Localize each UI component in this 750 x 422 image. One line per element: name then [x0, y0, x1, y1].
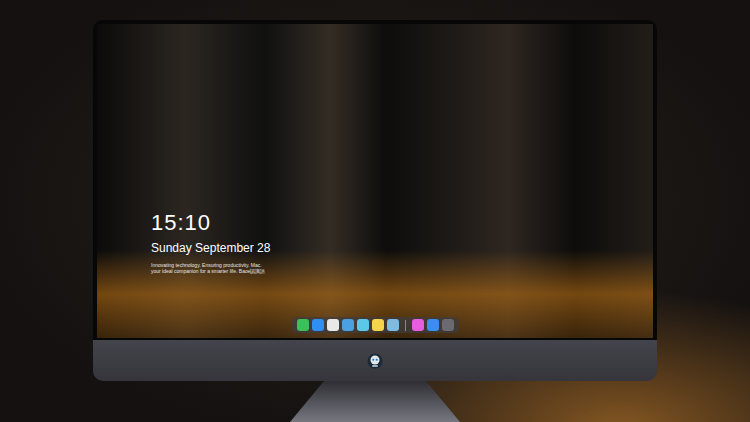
clock-date: Sunday September 28 [151, 240, 653, 256]
clock-time: 15:10 [151, 210, 653, 236]
dock-row [97, 317, 653, 333]
desktop-mockup: 15:10 Sunday September 28 Innovating techn… [0, 0, 750, 422]
tagline-line: Innovating technology. Ensuring producti… [151, 262, 653, 268]
app-icon[interactable] [427, 319, 439, 331]
lock-screen: 15:10 Sunday September 28 Innovating techn… [97, 24, 653, 338]
app-icon[interactable] [387, 319, 399, 331]
app-icon[interactable] [412, 319, 424, 331]
dock-separator [405, 320, 406, 331]
monitor-stand [290, 381, 460, 422]
app-icon[interactable] [372, 319, 384, 331]
app-icon[interactable] [327, 319, 339, 331]
app-icon[interactable] [297, 319, 309, 331]
clock-block: 15:10 Sunday September 28 Innovating techn… [97, 210, 653, 274]
monitor-bezel: 15:10 Sunday September 28 Innovating techn… [93, 20, 657, 340]
tagline-line: your ideal companion for a smarter life.… [151, 268, 653, 274]
dock [292, 317, 459, 333]
monitor-chin [93, 340, 657, 381]
app-icon[interactable] [312, 319, 324, 331]
tagline: Innovating technology. Ensuring producti… [151, 262, 653, 274]
app-icon[interactable] [442, 319, 454, 331]
app-icon[interactable] [342, 319, 354, 331]
robot-logo-icon [367, 353, 383, 369]
app-icon[interactable] [357, 319, 369, 331]
